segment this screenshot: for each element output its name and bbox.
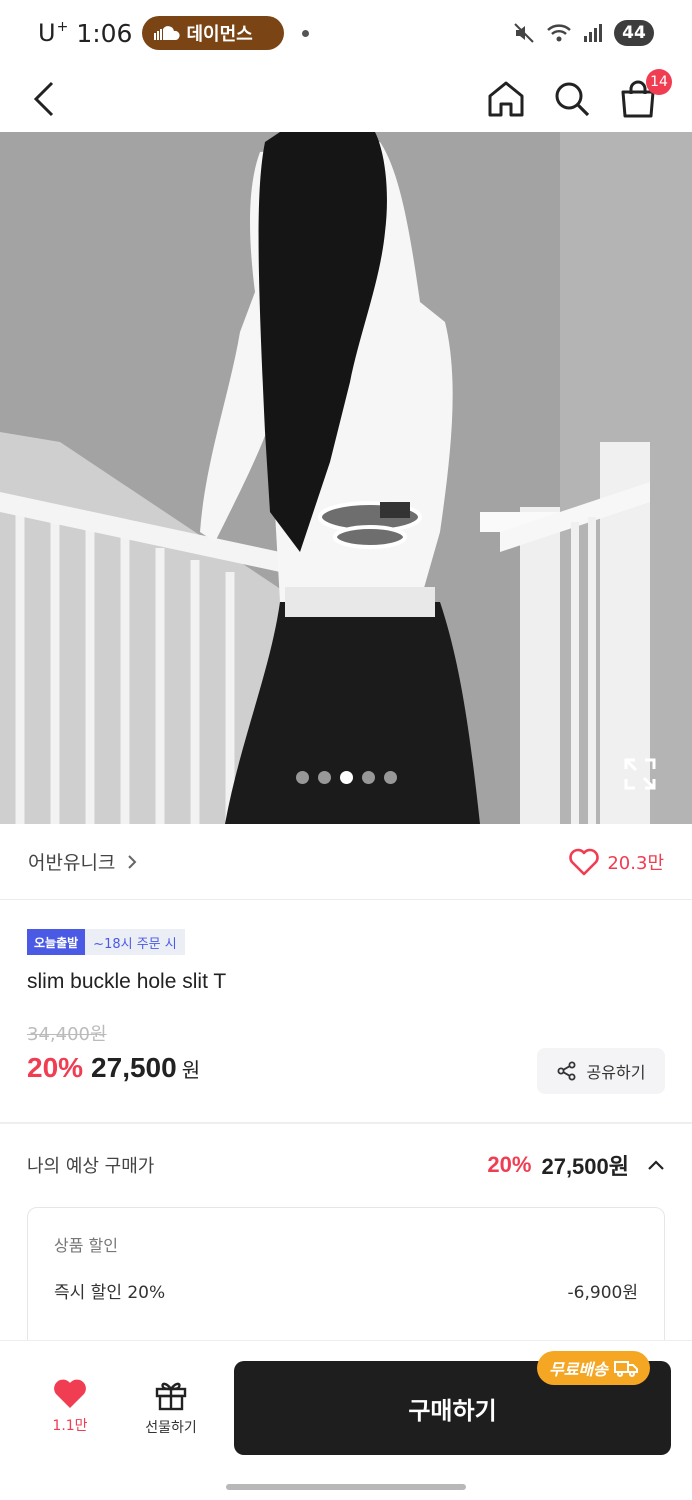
product-photo bbox=[0, 132, 692, 824]
bottom-action-bar: 1.1만 선물하기 구매하기 무료배송 bbox=[0, 1340, 692, 1500]
like-button[interactable]: 1.1만 bbox=[40, 1379, 100, 1435]
brand-row: 어반유니크 20.3만 bbox=[0, 824, 692, 900]
product-title: slim buckle hole slit T bbox=[27, 970, 227, 993]
signal-icon bbox=[584, 24, 602, 42]
brand-like-count: 20.3만 bbox=[607, 852, 664, 874]
back-button[interactable] bbox=[24, 79, 64, 119]
home-icon bbox=[488, 81, 524, 117]
same-day-badge: 오늘출발 bbox=[27, 929, 86, 955]
media-playing-pill[interactable]: 데이먼스 bbox=[142, 16, 285, 50]
brand-like-button[interactable]: 20.3만 bbox=[569, 848, 664, 876]
instant-discount-line: 즉시 할인 20% -6,900원 bbox=[54, 1278, 638, 1303]
expected-price-label: 나의 예상 구매가 bbox=[27, 1156, 155, 1177]
price-row: 20% 27,500 원 bbox=[27, 1052, 200, 1084]
gallery-dot[interactable] bbox=[383, 771, 397, 784]
status-time: 1:06 bbox=[76, 18, 133, 48]
gallery-dot[interactable] bbox=[295, 771, 309, 784]
gift-label: 선물하기 bbox=[145, 1420, 197, 1436]
search-icon bbox=[555, 82, 590, 117]
instant-discount-amount: -6,900원 bbox=[567, 1283, 638, 1303]
product-discount-title: 상품 할인 bbox=[54, 1236, 118, 1255]
currency-unit: 원 bbox=[181, 1058, 201, 1082]
soundcloud-icon bbox=[154, 26, 181, 40]
gallery-pagination bbox=[0, 771, 692, 784]
cart-button[interactable]: 14 bbox=[618, 69, 672, 119]
instant-discount-label: 즉시 할인 20% bbox=[54, 1283, 166, 1303]
discount-rate: 20% bbox=[27, 1052, 84, 1083]
gift-button[interactable]: 선물하기 bbox=[138, 1379, 204, 1437]
free-shipping-label: 무료배송 bbox=[549, 1360, 608, 1379]
heart-filled-icon bbox=[54, 1379, 86, 1408]
like-count: 1.1만 bbox=[52, 1418, 88, 1434]
free-shipping-badge: 무료배송 bbox=[537, 1351, 650, 1385]
home-button[interactable] bbox=[486, 79, 526, 119]
status-bar: U+ 1:06 데이먼스 44 bbox=[0, 0, 692, 66]
expected-price: 27,500원 bbox=[541, 1154, 629, 1179]
gallery-dot[interactable] bbox=[361, 771, 375, 784]
truck-icon bbox=[613, 1361, 638, 1377]
fullscreen-icon bbox=[624, 758, 656, 790]
carrier-label: U+ bbox=[38, 19, 69, 47]
sale-price: 27,500 bbox=[91, 1052, 177, 1083]
wifi-icon bbox=[547, 24, 571, 42]
heart-outline-icon bbox=[569, 848, 600, 875]
expand-image-button[interactable] bbox=[624, 758, 656, 790]
mute-icon bbox=[514, 23, 534, 43]
share-icon bbox=[557, 1061, 576, 1081]
battery-indicator: 44 bbox=[614, 20, 654, 46]
expected-discount: 20% bbox=[487, 1152, 532, 1177]
section-divider bbox=[0, 1122, 692, 1124]
top-nav: 14 bbox=[0, 66, 692, 132]
chevron-right-icon[interactable] bbox=[127, 854, 137, 870]
brand-name-link[interactable]: 어반유니크 bbox=[28, 848, 115, 875]
notification-dot bbox=[302, 29, 310, 37]
chevron-up-icon bbox=[648, 1160, 664, 1170]
product-image-gallery[interactable] bbox=[0, 132, 692, 824]
expected-price-toggle[interactable]: 나의 예상 구매가 20% 27,500원 bbox=[27, 1140, 665, 1190]
search-button[interactable] bbox=[552, 79, 592, 119]
media-app-name: 데이먼스 bbox=[186, 24, 253, 45]
gallery-dot[interactable] bbox=[317, 771, 331, 784]
share-label: 공유하기 bbox=[586, 1063, 646, 1082]
chevron-left-icon bbox=[33, 81, 54, 117]
home-indicator[interactable] bbox=[226, 1484, 466, 1490]
order-cutoff-badge: ~18시 주문 시 bbox=[85, 929, 185, 955]
delivery-badges: 오늘출발 ~18시 주문 시 bbox=[27, 929, 185, 955]
gift-icon bbox=[155, 1382, 187, 1411]
cart-count-badge: 14 bbox=[646, 69, 672, 95]
gallery-dot-active[interactable] bbox=[339, 771, 353, 784]
share-button[interactable]: 공유하기 bbox=[537, 1048, 665, 1094]
original-price: 34,400원 bbox=[27, 1024, 107, 1045]
